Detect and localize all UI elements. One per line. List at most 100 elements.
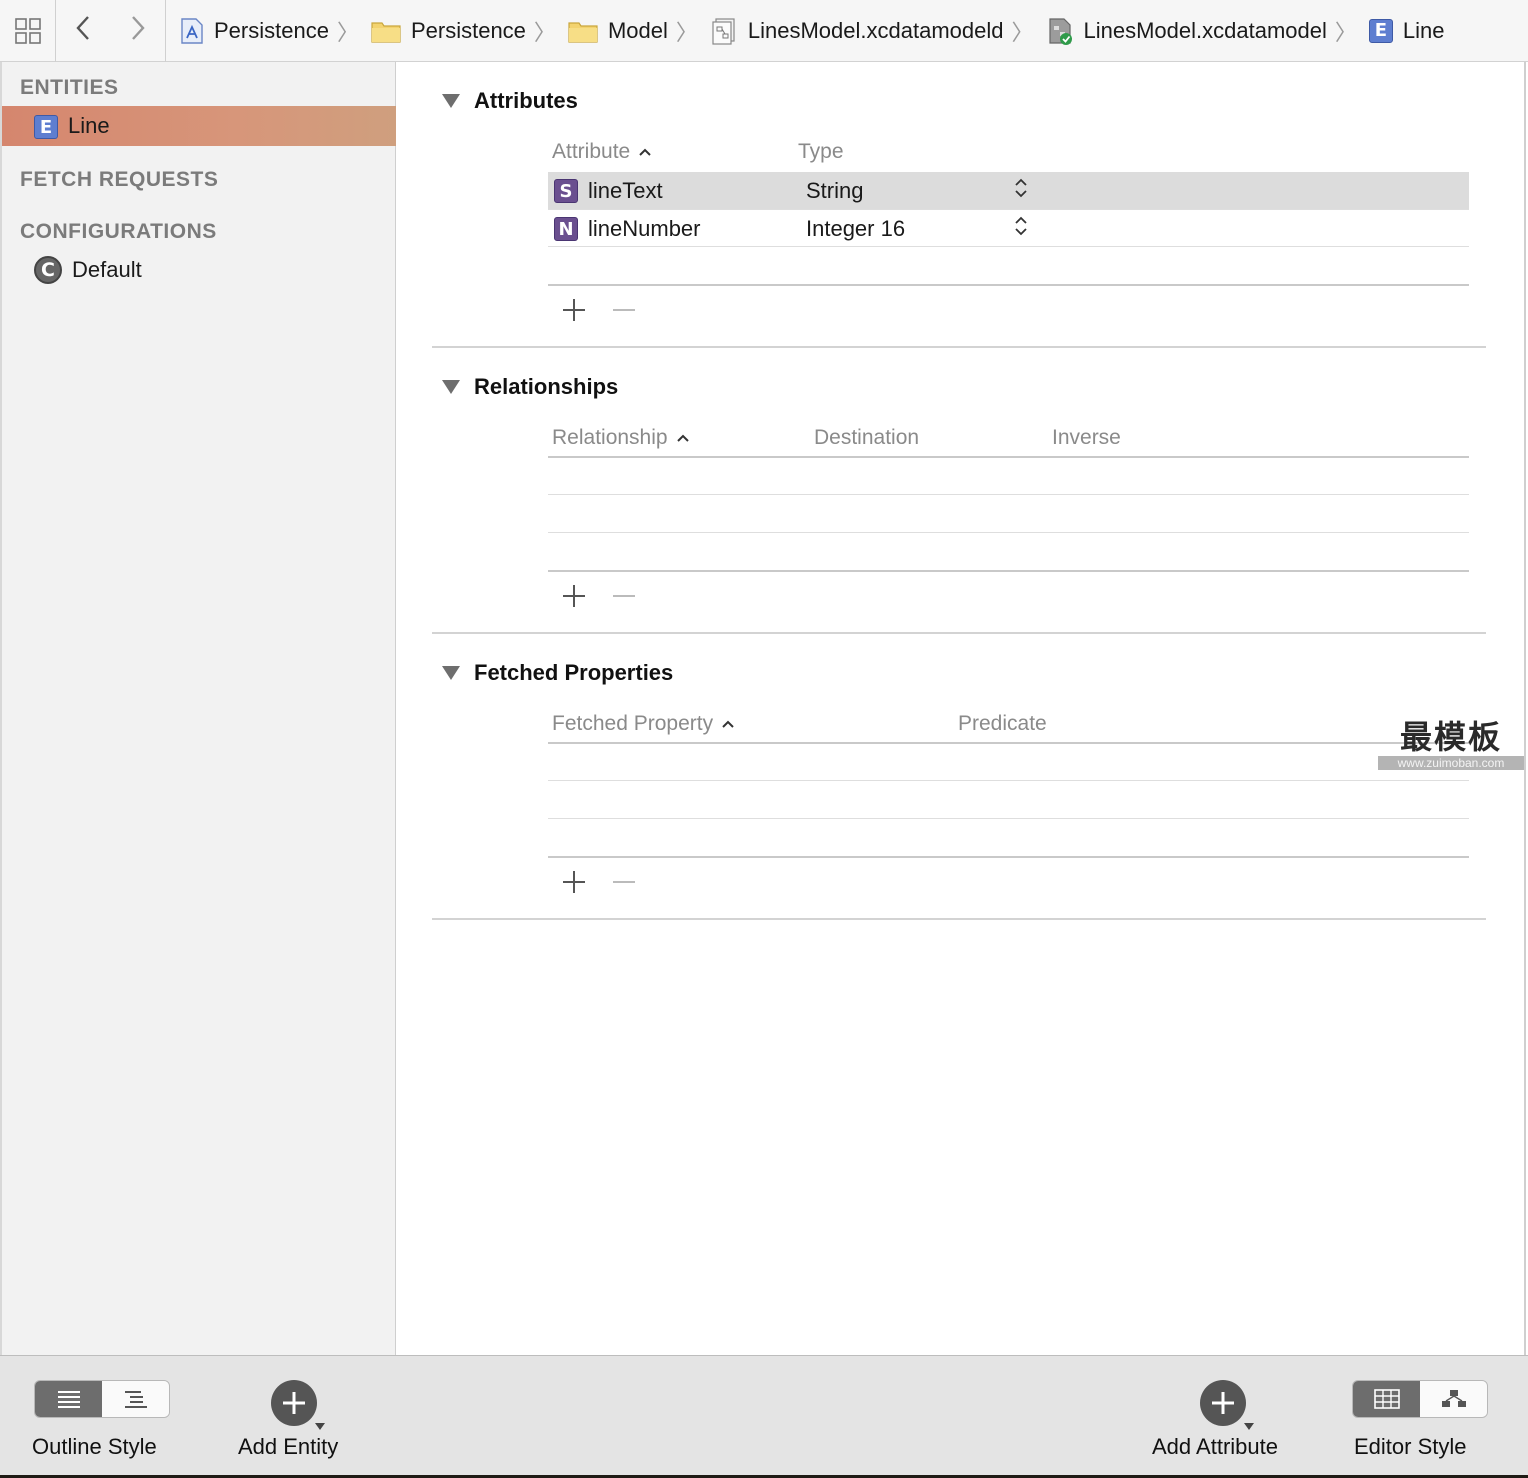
table-bottom-border — [548, 856, 1469, 858]
breadcrumb-label: Line — [1402, 17, 1445, 43]
add-attribute-button[interactable] — [1200, 1380, 1254, 1430]
breadcrumb-separator: 〉 — [533, 19, 556, 45]
jump-bar: Persistence 〉 Persistence 〉 Model 〉 Line… — [0, 0, 1528, 62]
outline-style-segmented-control — [34, 1380, 170, 1418]
breadcrumb-label: Model — [607, 17, 668, 43]
column-label: Relationship — [552, 426, 668, 449]
attribute-type-popup[interactable]: Integer 16 — [806, 216, 905, 242]
inverse-column-header[interactable]: Inverse — [1052, 426, 1121, 450]
breadcrumb-separator: 〉 — [1334, 19, 1357, 45]
add-entity-button[interactable] — [271, 1380, 325, 1430]
list-icon — [57, 1391, 80, 1408]
datamodel-file-icon — [1048, 17, 1072, 45]
folder-icon — [371, 21, 401, 43]
section-divider — [432, 346, 1486, 348]
breadcrumb-label: LinesModel.xcdatamodel — [1083, 17, 1327, 43]
column-label: Fetched Property — [552, 712, 714, 735]
flat-outline-button[interactable] — [35, 1381, 102, 1417]
breadcrumb-datamodel-bundle[interactable]: LinesModel.xcdatamodeld 〉 — [710, 0, 1046, 62]
breadcrumb-entity-line[interactable]: E Line — [1368, 0, 1445, 62]
section-divider — [432, 632, 1486, 634]
breadcrumb-datamodel-file[interactable]: LinesModel.xcdatamodel 〉 — [1046, 0, 1369, 62]
relationships-add-remove — [562, 584, 636, 608]
attributes-add-remove — [562, 298, 636, 322]
breadcrumb-separator: 〉 — [336, 19, 359, 45]
breadcrumb-group-model[interactable]: Model 〉 — [568, 0, 710, 62]
entity-sidebar: ENTITIES E Line FETCH REQUESTS CONFIGURA… — [0, 62, 396, 1355]
navigation-buttons — [56, 0, 166, 62]
editor-bottom-bar: Outline Style Add Entity Add Attribute E… — [0, 1355, 1528, 1478]
chevron-left-icon — [76, 16, 90, 40]
add-attribute-label: Add Attribute — [1152, 1434, 1278, 1459]
row-divider — [548, 494, 1469, 495]
plus-icon — [1212, 1392, 1234, 1414]
add-attribute-plus-icon[interactable] — [562, 298, 586, 322]
breadcrumb-label: LinesModel.xcdatamodeld — [747, 17, 1004, 43]
configurations-header: CONFIGURATIONS — [20, 220, 217, 243]
hierarchical-outline-button[interactable] — [102, 1381, 169, 1417]
entity-icon: E — [1368, 18, 1393, 43]
table-style-button[interactable] — [1353, 1381, 1420, 1417]
type-column-header[interactable]: Type — [798, 140, 844, 164]
back-button[interactable] — [74, 14, 92, 47]
fetched-properties-add-remove — [562, 870, 636, 894]
grid-icon — [14, 17, 41, 44]
sort-ascending-icon — [722, 720, 734, 728]
fetched-properties-title: Fetched Properties — [474, 660, 674, 685]
model-editor: Attributes Attribute Type S lineText Str… — [396, 62, 1526, 1355]
attribute-row-linenumber[interactable]: N lineNumber Integer 16 — [548, 210, 1469, 248]
sidebar-item-line[interactable]: E Line — [2, 106, 396, 146]
graph-diagram-icon — [1441, 1390, 1466, 1407]
related-items-button[interactable] — [0, 0, 56, 62]
configuration-icon: C — [34, 256, 62, 284]
attribute-column-header[interactable]: Attribute — [552, 140, 652, 164]
disclosure-triangle-icon — [442, 380, 460, 394]
remove-attribute-minus-icon[interactable] — [612, 298, 636, 322]
sidebar-item-label: Line — [68, 113, 110, 138]
sort-ascending-icon — [639, 148, 651, 156]
forward-button[interactable] — [129, 14, 147, 47]
breadcrumb-separator: 〉 — [1011, 19, 1034, 45]
attribute-row-linetext[interactable]: S lineText String — [548, 172, 1469, 210]
breadcrumb: Persistence 〉 Persistence 〉 Model 〉 Line… — [166, 0, 1444, 62]
attribute-type-popup[interactable]: String — [806, 178, 863, 204]
watermark-text: 最模板 — [1399, 718, 1502, 756]
add-fetched-property-plus-icon[interactable] — [562, 870, 586, 894]
remove-relationship-minus-icon[interactable] — [612, 584, 636, 608]
fetch-requests-header: FETCH REQUESTS — [20, 168, 219, 191]
disclosure-triangle-icon — [442, 94, 460, 108]
row-divider — [548, 532, 1469, 533]
sidebar-item-label: Default — [72, 257, 142, 282]
row-divider — [548, 246, 1469, 247]
relationship-column-header[interactable]: Relationship — [552, 426, 690, 450]
attributes-section-toggle[interactable]: Attributes — [442, 88, 578, 114]
row-divider — [548, 818, 1469, 819]
fetched-properties-section-toggle[interactable]: Fetched Properties — [442, 660, 673, 686]
table-grid-icon — [1373, 1389, 1400, 1409]
attribute-name: lineText — [588, 178, 663, 203]
breadcrumb-group-persistence[interactable]: Persistence 〉 — [371, 0, 568, 62]
relationships-section-toggle[interactable]: Relationships — [442, 374, 618, 400]
stepper-arrows-icon — [1015, 178, 1027, 198]
graph-style-button[interactable] — [1420, 1381, 1487, 1417]
editor-style-label: Editor Style — [1354, 1434, 1467, 1459]
dropdown-arrow-icon — [315, 1423, 325, 1430]
predicate-column-header[interactable]: Predicate — [958, 712, 1047, 736]
breadcrumb-label: Persistence — [214, 17, 329, 43]
table-bottom-border — [548, 284, 1469, 286]
stepper-arrows-icon — [1015, 216, 1027, 236]
folder-icon — [568, 21, 598, 43]
remove-fetched-property-minus-icon[interactable] — [612, 870, 636, 894]
fetched-property-column-header[interactable]: Fetched Property — [552, 712, 735, 736]
disclosure-triangle-icon — [442, 666, 460, 680]
table-bottom-border — [548, 570, 1469, 572]
entity-icon: E — [34, 115, 58, 140]
breadcrumb-project[interactable]: Persistence 〉 — [180, 0, 371, 62]
section-divider — [432, 918, 1486, 920]
destination-column-header[interactable]: Destination — [814, 426, 919, 450]
column-label: Attribute — [552, 140, 631, 163]
sidebar-item-default[interactable]: C Default — [2, 250, 396, 290]
editor-style-segmented-control — [1352, 1380, 1488, 1418]
add-relationship-plus-icon[interactable] — [562, 584, 586, 608]
plus-icon — [283, 1392, 305, 1414]
